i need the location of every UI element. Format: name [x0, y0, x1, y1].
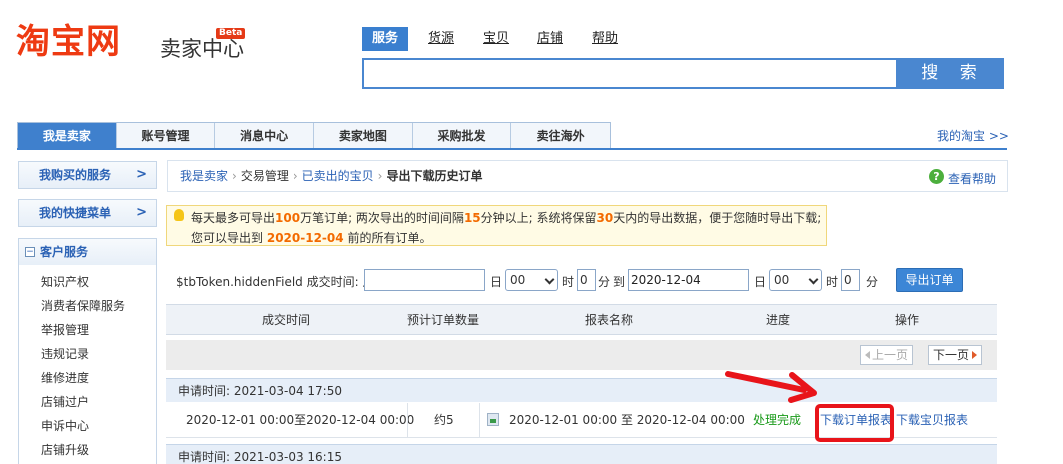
nav-tab-messages[interactable]: 消息中心	[215, 123, 315, 149]
nav-tab-account[interactable]: 账号管理	[116, 123, 216, 149]
sidebar-item-repair[interactable]: 维修进度	[41, 369, 89, 386]
chevron-down-icon	[544, 274, 555, 285]
arrow-left-icon	[865, 351, 870, 359]
sidebar-quick-menu-label: 我的快捷菜单	[39, 206, 112, 220]
from-day-label: 日	[490, 275, 503, 289]
nav-tab-overseas[interactable]: 卖往海外	[511, 123, 611, 149]
my-taobao-link[interactable]: 我的淘宝 >>	[937, 127, 1009, 144]
search-tab-services[interactable]: 服务	[362, 27, 409, 51]
col-actions: 操作	[895, 313, 920, 327]
deal-time-cell: 2020-12-01 00:00至2020-12-04 00:00	[186, 413, 415, 427]
annotation-highlight-box	[815, 404, 894, 442]
deal-time-label: $tbToken.hiddenField 成交时间: 从	[176, 275, 375, 289]
nav-underline	[17, 148, 1007, 150]
breadcrumb-separator: ›	[377, 169, 383, 183]
lightbulb-icon	[174, 209, 184, 221]
sidebar-item-consumer-protection[interactable]: 消费者保障服务	[41, 297, 125, 314]
taobao-logo[interactable]: 淘宝网	[16, 22, 121, 62]
chevron-right-icon: >	[136, 167, 147, 182]
sidebar-customer-service: − 客户服务 知识产权 消费者保障服务 举报管理 违规记录 维修进度 店铺过户 …	[18, 238, 157, 464]
breadcrumb-separator: ›	[232, 169, 237, 183]
search-tab-supply[interactable]: 货源	[428, 28, 454, 50]
breadcrumb-trade: 交易管理	[240, 169, 289, 183]
sidebar-item-shop-upgrade[interactable]: 店铺升级	[41, 441, 89, 458]
col-order-count: 预计订单数量	[407, 313, 480, 327]
search-tab-shops[interactable]: 店铺	[537, 28, 563, 50]
col-deal-time: 成交时间	[262, 313, 311, 327]
pagination: 上一页 下一页	[166, 340, 997, 370]
from-hour-label: 时	[562, 275, 575, 289]
sidebar-item-violations[interactable]: 违规记录	[41, 345, 89, 362]
order-count-cell: 约5	[434, 413, 454, 427]
sidebar-item-ip[interactable]: 知识产权	[41, 273, 89, 290]
table-header: 成交时间 预计订单数量 报表名称 进度 操作	[166, 304, 997, 335]
sidebar-item-shop-transfer[interactable]: 店铺过户	[41, 393, 89, 410]
nav-tab-seller[interactable]: 我是卖家	[18, 123, 117, 149]
sidebar-quick-menu[interactable]: 我的快捷菜单 >	[18, 199, 157, 227]
notice-line-1: 每天最多可导出100万笔订单; 两次导出的时间间隔15分钟以上; 系统将保留30…	[191, 211, 822, 225]
help-icon[interactable]: ?	[929, 169, 944, 184]
sidebar-item-reports[interactable]: 举报管理	[41, 321, 89, 338]
search-button[interactable]: 搜 索	[896, 58, 1004, 89]
arrow-right-icon	[972, 351, 978, 359]
next-page-button[interactable]: 下一页	[928, 345, 983, 365]
download-items-report-link[interactable]: 下载宝贝报表	[896, 403, 968, 438]
prev-page-button[interactable]: 上一页	[860, 345, 914, 365]
breadcrumb: 我是卖家 › 交易管理 › 已卖出的宝贝 › 导出下载历史订单	[167, 160, 1008, 192]
search-tab-help[interactable]: 帮助	[592, 28, 618, 50]
page-title: 导出下载历史订单	[386, 169, 483, 183]
report-name-cell: 2020-12-01 00:00 至 2020-12-04 00:00	[509, 413, 745, 427]
col-report-name: 报表名称	[585, 313, 634, 327]
to-hour-label: 时	[826, 275, 839, 289]
to-minute-input[interactable]: 0	[841, 269, 860, 291]
beta-badge: Beta	[216, 28, 246, 39]
sidebar-section-title: 客户服务	[40, 245, 89, 259]
apply-time-header: 申请时间: 2021-03-03 16:15	[166, 444, 997, 464]
to-date-input[interactable]: 2020-12-04	[628, 269, 749, 291]
nav-tab-seller-map[interactable]: 卖家地图	[314, 123, 413, 149]
chevron-right-icon: >	[136, 205, 147, 220]
breadcrumb-seller[interactable]: 我是卖家	[180, 169, 228, 183]
help-link[interactable]: 查看帮助	[948, 170, 996, 187]
breadcrumb-separator: ›	[292, 169, 298, 183]
to-label: 到	[613, 275, 626, 289]
annotation-arrow-icon	[725, 371, 817, 403]
main-nav: 我是卖家 账号管理 消息中心 卖家地图 采购批发 卖往海外	[17, 122, 611, 149]
from-minute-input[interactable]: 0	[577, 269, 596, 291]
collapse-icon[interactable]: −	[25, 247, 35, 257]
sidebar-item-appeal[interactable]: 申诉中心	[41, 417, 89, 434]
from-hour-select[interactable]: 00	[505, 269, 558, 291]
search-input[interactable]	[362, 58, 898, 89]
sidebar-bought-services[interactable]: 我购买的服务 >	[18, 161, 157, 189]
chevron-down-icon	[808, 274, 819, 285]
status-badge: 处理完成	[753, 413, 802, 427]
to-day-label: 日	[754, 275, 767, 289]
breadcrumb-sold-items[interactable]: 已卖出的宝贝	[302, 169, 374, 183]
sidebar-section-header[interactable]: − 客户服务	[19, 239, 156, 265]
apply-time-header: 申请时间: 2021-03-04 17:50	[166, 378, 997, 402]
cell-divider	[407, 403, 408, 438]
from-date-input[interactable]	[364, 269, 485, 291]
notice-line-2: 您可以导出到 2020-12-04 前的所有订单。	[191, 231, 432, 245]
col-progress: 进度	[766, 313, 791, 327]
excel-file-icon	[487, 413, 499, 426]
search-tab-items[interactable]: 宝贝	[483, 28, 509, 50]
cell-divider	[479, 403, 480, 438]
sidebar-bought-services-label: 我购买的服务	[39, 168, 112, 182]
to-minute-label: 分	[866, 275, 879, 289]
from-minute-label: 分	[598, 275, 611, 289]
seller-center-title: 卖家中心	[160, 37, 244, 61]
to-hour-select[interactable]: 00	[769, 269, 822, 291]
nav-tab-wholesale[interactable]: 采购批发	[412, 123, 512, 149]
export-orders-button[interactable]: 导出订单	[896, 268, 963, 292]
